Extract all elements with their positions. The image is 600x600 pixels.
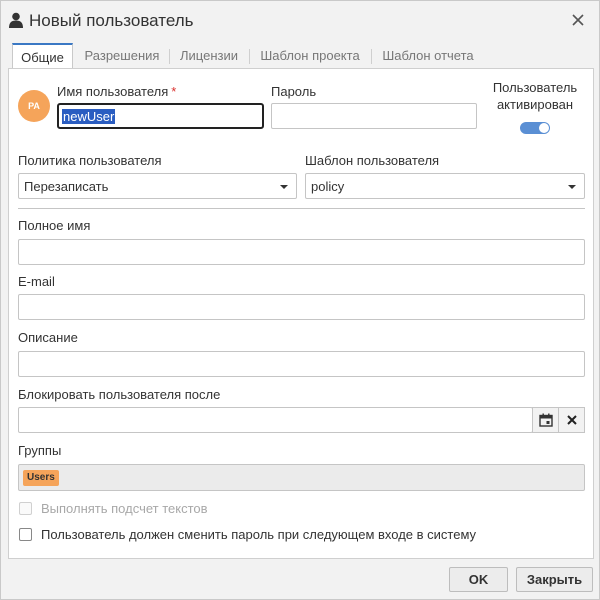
password-label: Пароль [271, 84, 317, 99]
policy-label: Политика пользователя [18, 153, 162, 168]
tab-label: Общие [21, 50, 64, 65]
tab-label: Разрешения [84, 48, 160, 63]
tab-separator [249, 49, 250, 64]
active-label-line1: Пользователь [492, 80, 578, 95]
tab-label: Лицензии [180, 48, 238, 63]
active-label: Пользователь активирован [489, 79, 581, 113]
clear-date-button[interactable] [558, 407, 585, 433]
groups-label: Группы [18, 443, 62, 458]
active-toggle[interactable] [520, 122, 550, 134]
chevron-down-icon [568, 185, 576, 189]
username-label-text: Имя пользователя [57, 84, 169, 99]
close-button[interactable]: Закрыть [516, 567, 593, 592]
email-input[interactable] [18, 294, 585, 320]
calendar-icon [539, 413, 553, 427]
username-label: Имя пользователя * [57, 84, 176, 99]
close-icon[interactable] [571, 13, 585, 27]
description-label: Описание [18, 330, 78, 345]
policy-value: Перезаписать [24, 179, 109, 194]
title-bar: Новый пользователь [1, 1, 599, 41]
tab-permissions[interactable]: Разрешения [79, 43, 165, 69]
template-label: Шаблон пользователя [305, 153, 440, 168]
avatar: PA [18, 90, 50, 122]
username-value: newUser [62, 109, 116, 124]
required-mark: * [171, 84, 177, 99]
tab-general[interactable]: Общие [12, 43, 73, 70]
block-after-input[interactable] [18, 407, 533, 433]
tab-separator [169, 49, 170, 64]
full-name-label: Полное имя [18, 218, 91, 233]
tab-project-template[interactable]: Шаблон проекта [253, 43, 367, 69]
username-input[interactable]: newUser [57, 103, 264, 129]
dialog-title: Новый пользователь [29, 11, 194, 30]
clear-x-icon [567, 415, 577, 425]
email-label: E-mail [18, 274, 55, 289]
policy-select[interactable]: Перезаписать [18, 173, 297, 199]
general-panel: PA Имя пользователя * newUser Пароль Поль… [8, 68, 594, 559]
must-change-password-checkbox[interactable] [19, 528, 32, 541]
description-input[interactable] [18, 351, 585, 377]
password-input[interactable] [271, 103, 477, 129]
template-select[interactable]: policy [305, 173, 585, 199]
tab-report-template[interactable]: Шаблон отчета [375, 43, 481, 69]
section-divider [18, 208, 585, 209]
calendar-button[interactable] [532, 407, 559, 433]
user-icon [9, 12, 23, 28]
block-after-label: Блокировать пользователя после [18, 387, 221, 402]
tab-separator [371, 49, 372, 64]
full-name-input[interactable] [18, 239, 585, 265]
must-change-password-label[interactable]: Пользователь должен сменить пароль при с… [41, 527, 476, 542]
groups-field[interactable]: Users [18, 464, 585, 491]
count-texts-checkbox [19, 502, 32, 515]
tab-label: Шаблон отчета [382, 48, 474, 63]
template-value: policy [311, 179, 345, 194]
tab-label: Шаблон проекта [260, 48, 360, 63]
ok-button[interactable]: OK [449, 567, 508, 592]
chevron-down-icon [280, 185, 288, 189]
count-texts-label: Выполнять подсчет текстов [41, 501, 208, 516]
active-label-line2: активирован [496, 97, 574, 112]
group-tag[interactable]: Users [23, 470, 59, 486]
tab-licenses[interactable]: Лицензии [173, 43, 245, 69]
toggle-knob [539, 123, 549, 133]
new-user-dialog: Новый пользователь Общие Разрешения Лице… [0, 0, 600, 600]
